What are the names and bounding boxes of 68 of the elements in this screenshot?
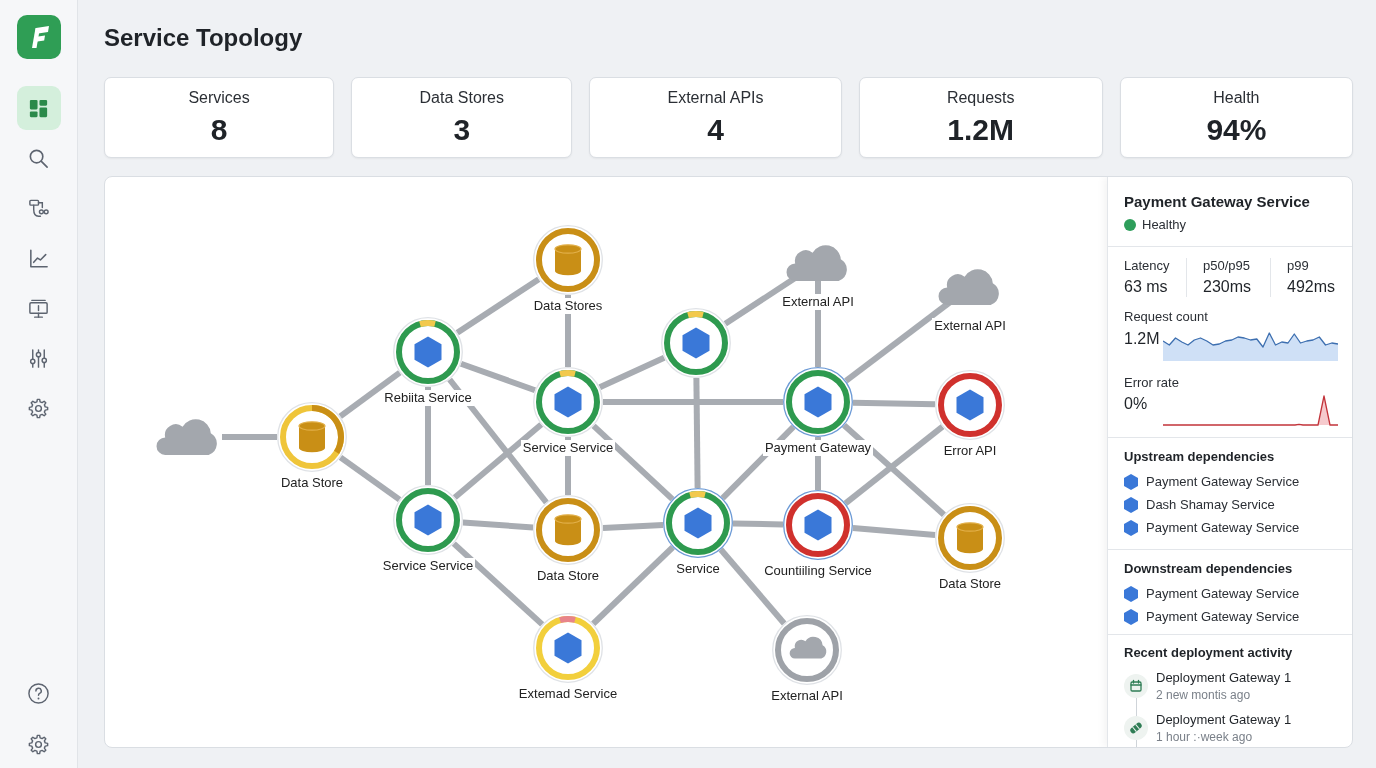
database-node-icon[interactable] xyxy=(935,503,1005,573)
node-label: External API xyxy=(780,294,856,310)
activity-title[interactable]: Deployment Gateway 1 xyxy=(1156,711,1292,728)
hexagon-icon xyxy=(1124,585,1138,602)
hexagon-node-icon[interactable] xyxy=(663,488,733,558)
hexagon-node-icon[interactable] xyxy=(783,490,853,560)
node-label: Countiiling Service xyxy=(762,563,874,579)
activity-time: 1 hour :·week ago xyxy=(1156,729,1254,745)
service-title: Payment Gateway Service xyxy=(1124,193,1311,211)
connection-line xyxy=(565,437,571,495)
dependency-name[interactable]: Payment Gateway Service xyxy=(1146,585,1300,602)
settings-icon xyxy=(27,396,50,420)
stat-label: Health xyxy=(1212,88,1261,108)
dependency-name[interactable]: Dash Shamay Service xyxy=(1146,496,1275,513)
section-title: Downstream dependencies xyxy=(1124,561,1294,577)
hexagon-icon xyxy=(1124,473,1138,490)
metric-value: 492ms xyxy=(1287,277,1337,297)
node-label: Service Service xyxy=(520,440,616,456)
metric-label: Error rate xyxy=(1124,375,1180,391)
metric-label: Latency xyxy=(1124,258,1171,274)
connection-line xyxy=(462,519,534,531)
page-title: Service Topology xyxy=(104,23,303,53)
metric-value: 0% xyxy=(1124,394,1149,414)
stat-label: Services xyxy=(187,88,251,108)
connection-line xyxy=(598,354,666,391)
section-title: Upstream dependencies xyxy=(1124,449,1276,465)
hexagon-node-icon[interactable] xyxy=(783,367,853,437)
metric-value: 230ms xyxy=(1203,277,1253,297)
dependency-name[interactable]: Payment Gateway Service xyxy=(1146,473,1300,490)
metric-label: Request count xyxy=(1124,309,1209,325)
connection-line xyxy=(222,434,277,440)
connection-line xyxy=(732,520,784,528)
settings-icon[interactable] xyxy=(27,733,50,756)
stat-label: Requests xyxy=(945,88,1016,108)
stat-value: 4 xyxy=(706,113,725,147)
metric-label: p99 xyxy=(1287,258,1310,274)
stat-label: External APIs xyxy=(666,88,765,108)
metric-value: 1.2M xyxy=(1124,329,1157,349)
status-label: Healthy xyxy=(1142,217,1187,233)
node-label: Payment Gateway xyxy=(762,440,874,456)
hexagon-icon xyxy=(1124,608,1138,625)
stat-value: 1.2M xyxy=(946,113,1016,147)
activity-title[interactable]: Deployment Gateway 1 xyxy=(1156,669,1292,686)
dependency-name[interactable]: Payment Gateway Service xyxy=(1146,519,1300,536)
hexagon-icon xyxy=(1124,496,1138,513)
help-icon[interactable] xyxy=(27,682,50,705)
hexagon-icon xyxy=(1124,519,1138,536)
stat-value: 3 xyxy=(452,113,472,147)
section-title: Recent deployment activity xyxy=(1124,645,1294,661)
database-node-icon[interactable] xyxy=(533,495,603,565)
stat-value: 8 xyxy=(209,113,229,147)
metric-label: p50/p95 xyxy=(1203,258,1251,274)
logo-icon[interactable] xyxy=(16,15,61,59)
cloud-node-icon[interactable] xyxy=(772,615,842,685)
stat-label: Data Stores xyxy=(418,88,505,108)
sliders-icon xyxy=(27,346,50,370)
activity-time: 2 new montis ago xyxy=(1156,687,1252,703)
dependency-name[interactable]: Payment Gateway Service xyxy=(1146,608,1300,625)
stat-value: 94% xyxy=(1205,113,1268,147)
database-node-icon[interactable] xyxy=(533,225,603,295)
node-label: Data Stores xyxy=(531,298,605,314)
calendar-icon xyxy=(1124,674,1148,698)
capsule-icon xyxy=(1124,716,1148,740)
metric-value: 63 ms xyxy=(1124,277,1169,297)
database-node-icon[interactable] xyxy=(277,402,347,472)
nav-button[interactable] xyxy=(16,86,61,130)
node-label: Rebiita Service xyxy=(382,390,474,406)
connection-line xyxy=(602,521,664,532)
